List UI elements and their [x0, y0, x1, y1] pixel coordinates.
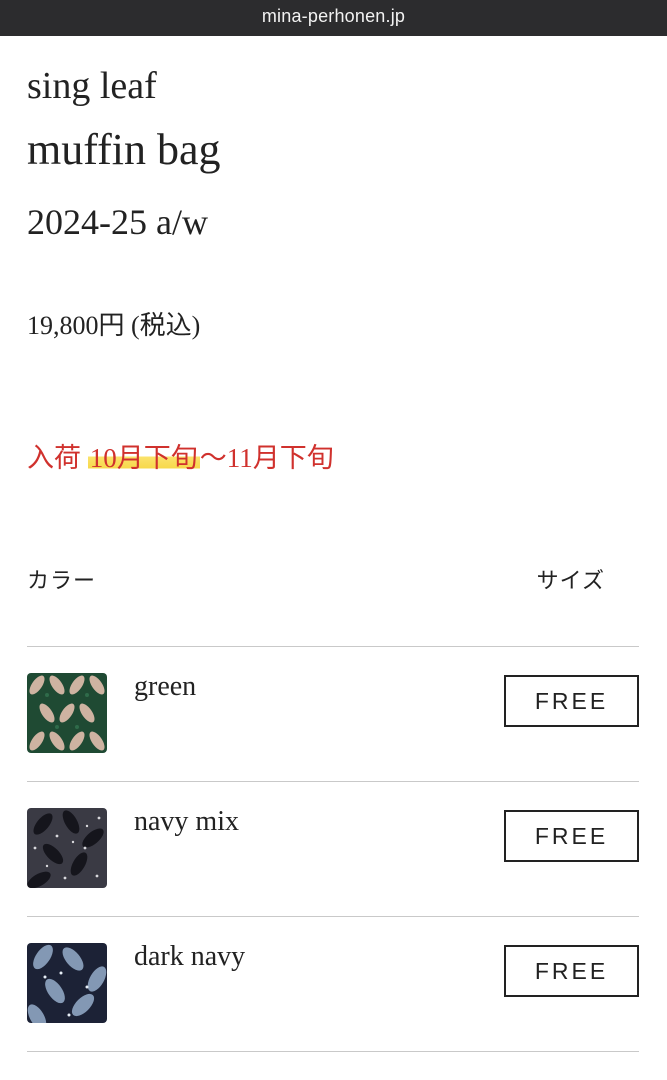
variant-name: navy mix — [134, 806, 239, 837]
arrival-prefix: 入荷 — [27, 443, 88, 473]
size-free-button[interactable]: FREE — [504, 810, 639, 862]
variant-row-green[interactable]: green FREE — [27, 647, 639, 781]
product-page: sing leaf muffin bag 2024-25 a/w 19,800円… — [0, 36, 667, 1080]
size-column-header: サイズ — [536, 568, 605, 593]
dark-navy-leaf-pattern-swatch[interactable] — [27, 943, 107, 1023]
product-series: sing leaf — [27, 65, 157, 107]
product-season: 2024-25 a/w — [27, 202, 208, 242]
variant-row-dark-navy[interactable]: dark navy FREE — [27, 917, 639, 1051]
arrival-notice: 入荷 10月下旬～11月下旬 — [27, 438, 334, 478]
swatch-pattern-green — [27, 673, 107, 753]
size-free-button[interactable]: FREE — [504, 675, 639, 727]
swatch-pattern-dark-navy — [27, 943, 107, 1023]
arrival-suffix: ～11月下旬 — [199, 443, 334, 473]
arrival-highlighted-date: 10月下旬 — [87, 443, 200, 473]
browser-url[interactable]: mina-perhonen.jp — [262, 6, 405, 27]
variant-row-navy-mix[interactable]: navy mix FREE — [27, 782, 639, 916]
green-leaf-pattern-swatch[interactable] — [27, 673, 107, 753]
product-name: muffin bag — [27, 125, 221, 174]
product-price: 19,800円 (税込) — [27, 311, 201, 340]
swatch-pattern-navy-mix — [27, 808, 107, 888]
color-column-header: カラー — [27, 568, 97, 593]
variant-name: green — [134, 671, 197, 702]
size-free-button[interactable]: FREE — [504, 945, 639, 997]
variant-name: dark navy — [134, 941, 246, 972]
divider — [27, 1051, 639, 1052]
browser-address-bar[interactable]: mina-perhonen.jp — [0, 0, 667, 36]
navy-mix-leaf-pattern-swatch[interactable] — [27, 808, 107, 888]
